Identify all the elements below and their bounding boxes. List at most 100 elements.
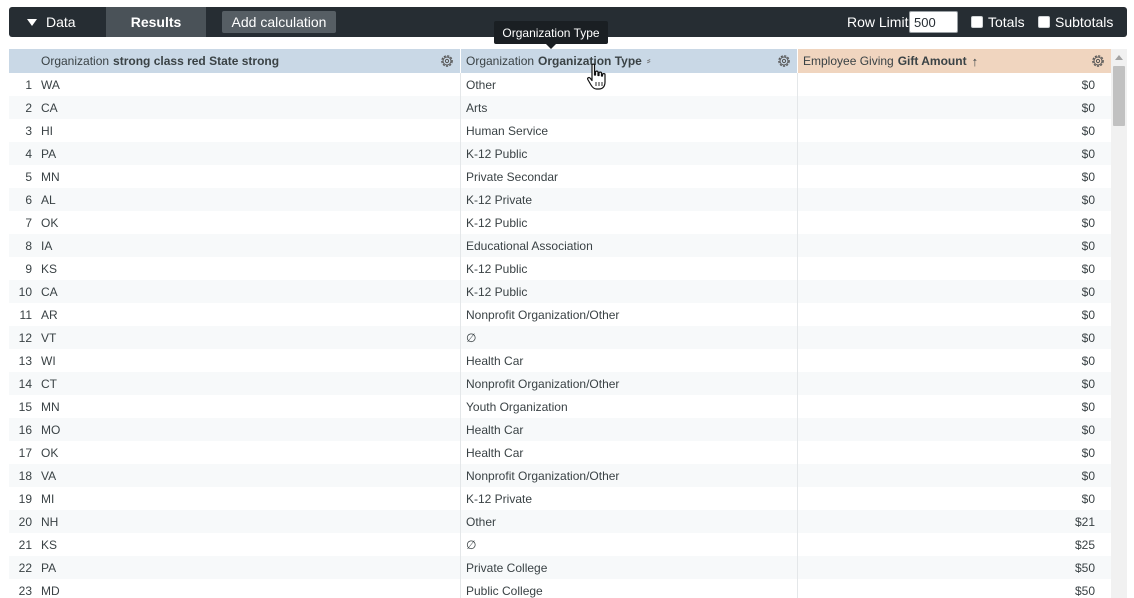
cell-gift-amount[interactable]: $0	[798, 487, 1111, 510]
cell-state[interactable]: MN	[36, 395, 461, 418]
cell-gift-amount[interactable]: $0	[798, 119, 1111, 142]
cell-gift-amount[interactable]: $50	[798, 556, 1111, 579]
cell-gift-amount[interactable]: $0	[798, 349, 1111, 372]
cell-state[interactable]: IA	[36, 234, 461, 257]
cell-organization-type[interactable]: K-12 Public	[461, 257, 798, 280]
cell-gift-amount[interactable]: $0	[798, 280, 1111, 303]
cell-state[interactable]: CA	[36, 280, 461, 303]
cell-gift-amount[interactable]: $0	[798, 211, 1111, 234]
cell-gift-amount[interactable]: $0	[798, 441, 1111, 464]
subtotals-checkbox[interactable]: Subtotals	[1038, 7, 1113, 37]
cell-gift-amount[interactable]: $0	[798, 188, 1111, 211]
cell-organization-type[interactable]: K-12 Public	[461, 211, 798, 234]
cell-state[interactable]: CT	[36, 372, 461, 395]
cell-organization-type[interactable]: K-12 Private	[461, 188, 798, 211]
cell-organization-type[interactable]: Youth Organization	[461, 395, 798, 418]
cell-gift-amount[interactable]: $0	[798, 464, 1111, 487]
cell-organization-type[interactable]: K-12 Public	[461, 280, 798, 303]
column-header-gift-amount[interactable]: Employee Giving Gift Amount ↑	[798, 49, 1111, 73]
cell-gift-amount[interactable]: $0	[798, 96, 1111, 119]
checkbox-box[interactable]	[971, 16, 983, 28]
cell-state[interactable]: VT	[36, 326, 461, 349]
row-number: 18	[18, 468, 32, 483]
vertical-scrollbar[interactable]	[1111, 49, 1127, 598]
cell-state[interactable]: WI	[36, 349, 461, 372]
cell-gift-amount[interactable]: $0	[798, 326, 1111, 349]
cell-gift-amount[interactable]: $0	[798, 303, 1111, 326]
cell-state[interactable]: MO	[36, 418, 461, 441]
column-header-organization-type[interactable]: Organization Organization Type ⸗	[461, 49, 798, 73]
cell-state[interactable]: OK	[36, 211, 461, 234]
cell-gift-amount[interactable]: $0	[798, 395, 1111, 418]
cell-gift-amount[interactable]: $0	[798, 418, 1111, 441]
cell-organization-type[interactable]: Private Secondar	[461, 165, 798, 188]
cell-state[interactable]: KS	[36, 533, 461, 556]
row-number: 17	[18, 445, 32, 460]
column-prefix: Organization	[466, 54, 535, 68]
cell-organization-type[interactable]: Health Car	[461, 441, 798, 464]
cell-state[interactable]: MN	[36, 165, 461, 188]
sort-ascending-icon[interactable]: ↑	[972, 54, 979, 69]
cell-state[interactable]: KS	[36, 257, 461, 280]
table-row: 22 PA Private College $50	[9, 556, 1111, 579]
cell-state[interactable]: NH	[36, 510, 461, 533]
cell-state[interactable]: PA	[36, 142, 461, 165]
cell-organization-type[interactable]: Other	[461, 510, 798, 533]
pivot-icon[interactable]: ⸗	[647, 55, 651, 67]
cell-organization-type[interactable]: Health Car	[461, 349, 798, 372]
cell-state[interactable]: CA	[36, 96, 461, 119]
column-header-state[interactable]: Organization strong class red State stro…	[36, 49, 461, 73]
tab-data-label: Data	[46, 14, 76, 30]
cell-state[interactable]: WA	[36, 73, 461, 96]
cell-state[interactable]: VA	[36, 464, 461, 487]
cell-organization-type[interactable]: Arts	[461, 96, 798, 119]
cell-organization-type[interactable]: Human Service	[461, 119, 798, 142]
scroll-up-icon[interactable]	[1111, 51, 1127, 63]
tab-results[interactable]: Results	[106, 7, 206, 37]
hand-cursor-icon	[587, 63, 606, 90]
cell-gift-amount[interactable]: $25	[798, 533, 1111, 556]
row-limit-label: Row Limit	[847, 14, 909, 30]
cell-gift-amount[interactable]: $0	[798, 73, 1111, 96]
scrollbar-thumb[interactable]	[1113, 66, 1125, 126]
cell-organization-type[interactable]: K-12 Public	[461, 142, 798, 165]
tab-data[interactable]: Data	[9, 7, 105, 37]
cell-state[interactable]: OK	[36, 441, 461, 464]
row-number: 11	[19, 307, 32, 322]
cell-state[interactable]: AR	[36, 303, 461, 326]
cell-state[interactable]: AL	[36, 188, 461, 211]
cell-organization-type[interactable]: Health Car	[461, 418, 798, 441]
add-calculation-button[interactable]: Add calculation	[222, 11, 336, 33]
cell-gift-amount[interactable]: $50	[798, 579, 1111, 598]
cell-state[interactable]: PA	[36, 556, 461, 579]
cell-organization-type[interactable]: Other	[461, 73, 798, 96]
cell-state[interactable]: HI	[36, 119, 461, 142]
cell-gift-amount[interactable]: $0	[798, 257, 1111, 280]
cell-organization-type[interactable]: Nonprofit Organization/Other	[461, 464, 798, 487]
row-number: 5	[25, 169, 32, 184]
cell-organization-type[interactable]: Public College	[461, 579, 798, 598]
table-row: 10 CA K-12 Public $0	[9, 280, 1111, 303]
cell-state[interactable]: MD	[36, 579, 461, 598]
cell-gift-amount[interactable]: $0	[798, 372, 1111, 395]
cell-gift-amount[interactable]: $0	[798, 142, 1111, 165]
cell-gift-amount[interactable]: $0	[798, 165, 1111, 188]
caret-down-icon	[27, 18, 37, 26]
gear-icon[interactable]	[1090, 53, 1106, 69]
cell-state[interactable]: MI	[36, 487, 461, 510]
totals-checkbox[interactable]: Totals	[971, 7, 1025, 37]
gear-icon[interactable]	[439, 53, 455, 69]
cell-organization-type[interactable]: Educational Association	[461, 234, 798, 257]
cell-organization-type[interactable]: ∅	[461, 533, 798, 556]
cell-organization-type[interactable]: Private College	[461, 556, 798, 579]
checkbox-box[interactable]	[1038, 16, 1050, 28]
cell-organization-type[interactable]: Nonprofit Organization/Other	[461, 303, 798, 326]
cell-organization-type[interactable]: Nonprofit Organization/Other	[461, 372, 798, 395]
row-limit-input[interactable]	[909, 11, 958, 33]
cell-organization-type[interactable]: K-12 Private	[461, 487, 798, 510]
cell-organization-type[interactable]: ∅	[461, 326, 798, 349]
row-number: 12	[18, 330, 32, 345]
cell-gift-amount[interactable]: $21	[798, 510, 1111, 533]
gear-icon[interactable]	[776, 53, 792, 69]
cell-gift-amount[interactable]: $0	[798, 234, 1111, 257]
